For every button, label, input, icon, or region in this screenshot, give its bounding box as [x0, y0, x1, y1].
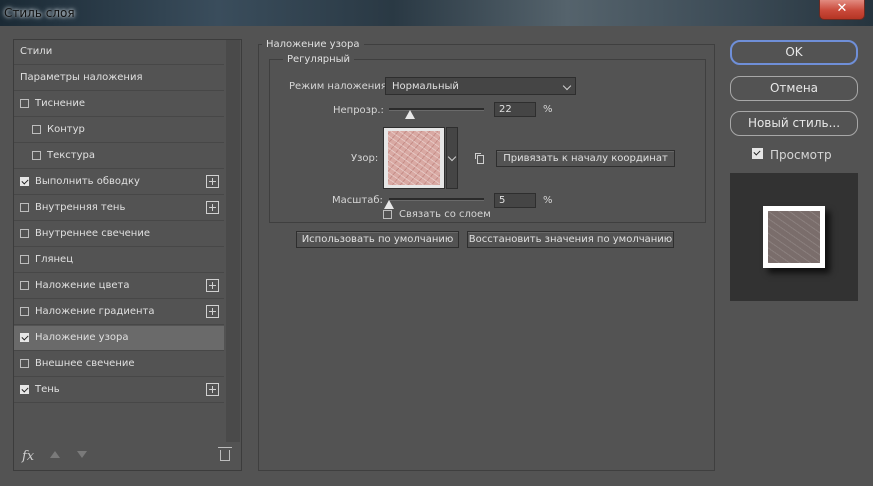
- style-item-label: Наложение узора: [35, 332, 129, 343]
- scale-input[interactable]: 5: [494, 193, 536, 208]
- style-item-label: Тиснение: [35, 98, 85, 109]
- scale-slider-thumb[interactable]: [384, 200, 394, 209]
- style-item[interactable]: Наложение узора: [14, 326, 224, 351]
- style-item-label: Внешнее свечение: [35, 358, 135, 369]
- add-effect-icon[interactable]: [206, 305, 219, 318]
- style-item[interactable]: Наложение градиента: [14, 300, 224, 325]
- style-item-checkbox[interactable]: [20, 281, 29, 290]
- blend-mode-label: Режим наложения:: [289, 81, 391, 92]
- style-item-checkbox[interactable]: [20, 307, 29, 316]
- style-item[interactable]: Текстура: [14, 144, 224, 169]
- pattern-preview: [388, 131, 440, 185]
- snap-to-origin-button[interactable]: Привязать к началу координат: [496, 150, 675, 167]
- make-default-button[interactable]: Использовать по умолчанию: [296, 231, 459, 248]
- blend-mode-select[interactable]: Нормальный: [385, 77, 576, 95]
- style-item-label: Наложение градиента: [35, 306, 155, 317]
- move-up-icon[interactable]: [50, 451, 60, 458]
- style-item[interactable]: Выполнить обводку: [14, 170, 224, 195]
- cancel-button[interactable]: Отмена: [730, 76, 858, 101]
- styles-list-panel: Стили Параметры наложения Тиснение Контур Те…: [13, 39, 242, 471]
- ok-button[interactable]: OK: [730, 40, 858, 65]
- style-item-checkbox[interactable]: [32, 151, 41, 160]
- subgroup-title: Регулярный: [283, 54, 355, 65]
- style-item[interactable]: Параметры наложения: [14, 66, 224, 91]
- window-title: Стиль слоя: [4, 6, 75, 20]
- reset-to-default-button[interactable]: Восстановить значения по умолчанию: [467, 231, 674, 248]
- chevron-down-icon: [562, 81, 572, 91]
- opacity-input[interactable]: 22: [494, 102, 536, 117]
- opacity-slider[interactable]: [389, 108, 484, 111]
- opacity-slider-thumb[interactable]: [404, 110, 415, 119]
- scale-slider[interactable]: [389, 198, 484, 201]
- style-item-checkbox[interactable]: [32, 125, 41, 134]
- pattern-picker-button[interactable]: [446, 127, 458, 189]
- style-item-label: Тень: [35, 384, 60, 395]
- scale-percent: %: [543, 195, 553, 206]
- group-title: Наложение узора: [262, 39, 364, 50]
- styles-list-scrollbar[interactable]: [226, 40, 240, 442]
- scale-label: Масштаб:: [332, 195, 383, 206]
- pattern-label: Узор:: [351, 153, 379, 164]
- style-item-checkbox[interactable]: [20, 333, 29, 342]
- close-button[interactable]: ✕: [819, 0, 865, 20]
- style-item-label: Наложение цвета: [35, 280, 130, 291]
- style-item-checkbox[interactable]: [20, 385, 29, 394]
- opacity-percent: %: [543, 104, 553, 115]
- style-item-label: Стили: [20, 46, 53, 57]
- style-item-label: Внутренняя тень: [35, 202, 126, 213]
- add-effect-icon[interactable]: [206, 175, 219, 188]
- title-bar: Стиль слоя ✕: [0, 0, 873, 26]
- style-item-checkbox[interactable]: [20, 99, 29, 108]
- style-item-label: Глянец: [35, 254, 74, 265]
- styles-list-toolbar: fx: [14, 445, 241, 470]
- preview-pattern: [768, 211, 820, 263]
- pattern-overlay-panel: Наложение узора Регулярный Режим наложен…: [258, 39, 715, 471]
- style-item[interactable]: Контур: [14, 118, 224, 143]
- style-item[interactable]: Тиснение: [14, 92, 224, 117]
- style-item-checkbox[interactable]: [20, 229, 29, 238]
- style-item[interactable]: Внешнее свечение: [14, 352, 224, 377]
- style-item-checkbox[interactable]: [20, 359, 29, 368]
- layer-style-dialog: Стили Параметры наложения Тиснение Контур Те…: [0, 26, 873, 486]
- style-item-checkbox[interactable]: [20, 255, 29, 264]
- blend-mode-value: Нормальный: [392, 81, 459, 92]
- style-item[interactable]: Тень: [14, 378, 224, 403]
- pattern-settings-box: Регулярный Режим наложения: Нормальный Н…: [269, 54, 706, 223]
- chevron-down-icon: [447, 152, 457, 162]
- preview-label: Просмотр: [770, 148, 832, 162]
- style-item[interactable]: Глянец: [14, 248, 224, 273]
- style-item[interactable]: Наложение цвета: [14, 274, 224, 299]
- style-item-checkbox[interactable]: [20, 177, 29, 186]
- style-item[interactable]: Внутреннее свечение: [14, 222, 224, 247]
- new-style-button[interactable]: Новый стиль...: [730, 111, 858, 136]
- add-effect-icon[interactable]: [206, 201, 219, 214]
- trash-icon[interactable]: [218, 447, 232, 461]
- style-preview: [730, 173, 858, 301]
- style-item-label: Выполнить обводку: [35, 176, 140, 187]
- link-with-layer-label: Связать со слоем: [399, 209, 491, 220]
- add-effect-icon[interactable]: [206, 383, 219, 396]
- style-item-label: Внутреннее свечение: [35, 228, 150, 239]
- preview-checkbox[interactable]: [752, 148, 763, 159]
- opacity-label: Непрозр.:: [333, 105, 384, 116]
- fx-button[interactable]: fx: [22, 449, 34, 464]
- pattern-swatch[interactable]: [383, 127, 445, 189]
- style-item[interactable]: Стили: [14, 40, 224, 65]
- preview-thumbnail: [763, 206, 825, 268]
- style-item-label: Параметры наложения: [20, 72, 143, 83]
- move-down-icon[interactable]: [77, 451, 87, 458]
- new-preset-icon[interactable]: [475, 153, 484, 164]
- style-item[interactable]: Внутренняя тень: [14, 196, 224, 221]
- style-item-checkbox[interactable]: [20, 203, 29, 212]
- add-effect-icon[interactable]: [206, 279, 219, 292]
- link-with-layer-checkbox[interactable]: [383, 210, 392, 219]
- style-item-label: Текстура: [47, 150, 96, 161]
- style-item-label: Контур: [47, 124, 85, 135]
